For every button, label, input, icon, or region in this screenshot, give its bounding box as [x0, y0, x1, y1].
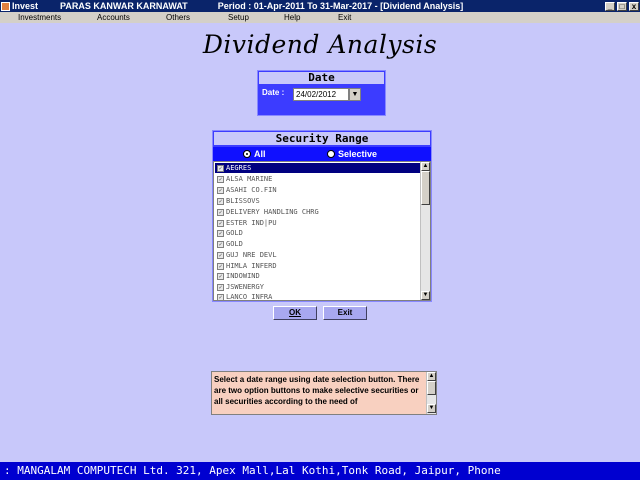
window-title: Period : 01-Apr-2011 To 31-Mar-2017 - [D… — [217, 1, 464, 11]
radio-all-label: All — [254, 149, 266, 159]
checkbox[interactable]: ✓ — [217, 272, 224, 280]
title-bar: Invest PARAS KANWAR KARNAWAT Period : 01… — [0, 0, 640, 12]
date-dropdown-button[interactable]: ▼ — [349, 88, 361, 101]
date-panel-footer — [258, 104, 385, 115]
radio-selective[interactable]: Selective — [327, 149, 377, 159]
checkbox[interactable]: ✓ — [217, 219, 224, 227]
close-button[interactable]: x — [629, 1, 639, 11]
checkbox[interactable]: ✓ — [217, 186, 224, 194]
radio-unselected-icon — [327, 150, 335, 158]
list-item[interactable]: ✓ INDOWIND — [215, 271, 420, 281]
scroll-thumb[interactable] — [421, 171, 430, 205]
minimize-button[interactable]: _ — [605, 1, 615, 11]
page-title: Dividend Analysis — [202, 30, 438, 59]
scroll-down-icon[interactable]: ▼ — [421, 291, 430, 300]
security-range-options: All Selective — [213, 147, 431, 161]
list-item[interactable]: ✓ GUJ NRE DEVL — [215, 250, 420, 260]
radio-selected-icon — [243, 150, 251, 158]
checkbox[interactable]: ✓ — [217, 175, 224, 183]
window-controls: _ □ x — [605, 1, 639, 11]
menu-exit[interactable]: Exit — [338, 13, 351, 22]
checkbox[interactable]: ✓ — [217, 283, 224, 291]
list-item[interactable]: ✓ DELIVERY HANDLING CHRG — [215, 207, 420, 217]
restore-button[interactable]: □ — [617, 1, 627, 11]
exit-button[interactable]: Exit — [323, 306, 367, 320]
ok-button[interactable]: OK — [273, 306, 317, 320]
security-range-header: Security Range — [213, 131, 431, 146]
checkbox[interactable]: ✓ — [217, 197, 224, 205]
list-item[interactable]: ✓ LANCO INFRA — [215, 292, 420, 300]
menu-others[interactable]: Others — [166, 13, 190, 22]
radio-all[interactable]: All — [243, 149, 266, 159]
help-text: Select a date range using date selection… — [214, 375, 420, 406]
menu-investments[interactable]: Investments — [18, 13, 61, 22]
status-bar: : MANGALAM COMPUTECH Ltd. 321, Apex Mall… — [0, 462, 640, 480]
menu-accounts[interactable]: Accounts — [97, 13, 130, 22]
security-range-panel: Security Range All Selective ✓ AEGRES ✓ AL… — [212, 130, 432, 302]
list-item[interactable]: ✓ GOLD — [215, 239, 420, 249]
user-name: PARAS KANWAR KARNAWAT — [60, 1, 188, 11]
list-item[interactable]: ✓ GOLD — [215, 228, 420, 238]
date-field[interactable]: 24/02/2012 — [293, 88, 349, 101]
checkbox[interactable]: ✓ — [217, 262, 224, 270]
list-item[interactable]: ✓ BLISSOVS — [215, 196, 420, 206]
scroll-thumb[interactable] — [427, 381, 436, 395]
list-item[interactable]: ✓ ESTER IND|PU — [215, 218, 420, 228]
checkbox[interactable]: ✓ — [217, 293, 224, 300]
menu-setup[interactable]: Setup — [228, 13, 249, 22]
scroll-up-icon[interactable]: ▲ — [421, 162, 430, 171]
list-item[interactable]: ✓ AEGRES — [215, 163, 420, 173]
checkbox[interactable]: ✓ — [217, 164, 224, 172]
security-list[interactable]: ✓ AEGRES ✓ ALSA MARINE ✓ ASAHI CO.FIN ✓ BLIS… — [213, 161, 431, 301]
app-icon — [1, 1, 10, 11]
menu-bar: Investments Accounts Others Setup Help E… — [0, 12, 640, 23]
help-text-box: Select a date range using date selection… — [211, 371, 437, 415]
checkbox[interactable]: ✓ — [217, 229, 224, 237]
list-item[interactable]: ✓ HIMLA INFERD — [215, 261, 420, 271]
help-scrollbar[interactable]: ▲ ▼ — [426, 372, 436, 414]
list-item[interactable]: ✓ ALSA MARINE — [215, 174, 420, 184]
checkbox[interactable]: ✓ — [217, 251, 224, 259]
date-panel-header: Date — [258, 71, 385, 85]
checkbox[interactable]: ✓ — [217, 240, 224, 248]
app-name: Invest — [12, 1, 39, 11]
radio-selective-label: Selective — [338, 149, 378, 159]
list-item[interactable]: ✓ JSWENERGY — [215, 282, 420, 292]
date-label: Date : — [262, 88, 285, 97]
list-item[interactable]: ✓ ASAHI CO.FIN — [215, 185, 420, 195]
checkbox[interactable]: ✓ — [217, 208, 224, 216]
scroll-down-icon[interactable]: ▼ — [427, 404, 436, 413]
menu-help[interactable]: Help — [284, 13, 300, 22]
security-list-scrollbar[interactable]: ▲ ▼ — [420, 162, 430, 300]
scroll-up-icon[interactable]: ▲ — [427, 372, 436, 381]
date-panel: Date Date : 24/02/2012 ▼ — [257, 70, 386, 116]
chevron-down-icon: ▼ — [351, 91, 359, 98]
